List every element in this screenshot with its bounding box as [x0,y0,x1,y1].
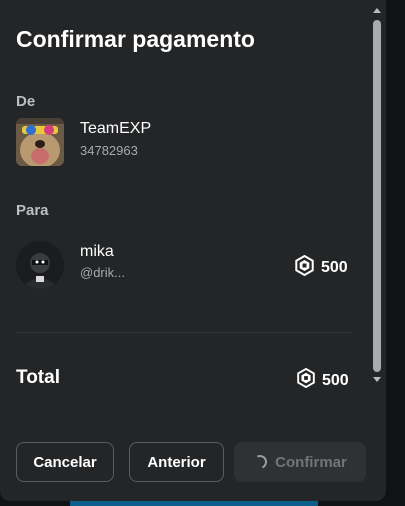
total-amount: 500 [296,367,349,393]
scrollbar-thumb[interactable] [373,20,381,372]
group-avatar [16,118,64,166]
total-label: Total [16,367,60,388]
scroll-down-icon[interactable] [373,377,381,382]
robux-icon [296,367,316,393]
recipient-avatar [16,241,64,289]
recipient-amount-value: 500 [321,259,348,276]
sender-id: 34782963 [80,143,138,158]
recipient-amount: 500 [294,254,348,281]
recipient-handle: @drik... [80,265,125,280]
scrollbar[interactable] [370,6,384,386]
loading-spinner-icon [251,453,270,471]
divider [16,332,352,333]
scroll-up-icon[interactable] [373,8,381,13]
confirm-payment-dialog: Confirmar pagamento De TeamEXP 34782963 … [0,0,386,501]
sender-name: TeamEXP [80,120,152,137]
previous-button[interactable]: Anterior [129,442,224,482]
dialog-title: Confirmar pagamento [16,26,255,52]
to-label: Para [16,202,49,219]
from-label: De [16,93,36,110]
recipient-name: mika [80,243,114,260]
total-amount-value: 500 [322,371,349,389]
robux-icon [294,254,315,281]
confirm-button-label: Confirmar [275,453,347,471]
cancel-button[interactable]: Cancelar [16,442,114,482]
confirm-button[interactable]: Confirmar [234,442,366,482]
